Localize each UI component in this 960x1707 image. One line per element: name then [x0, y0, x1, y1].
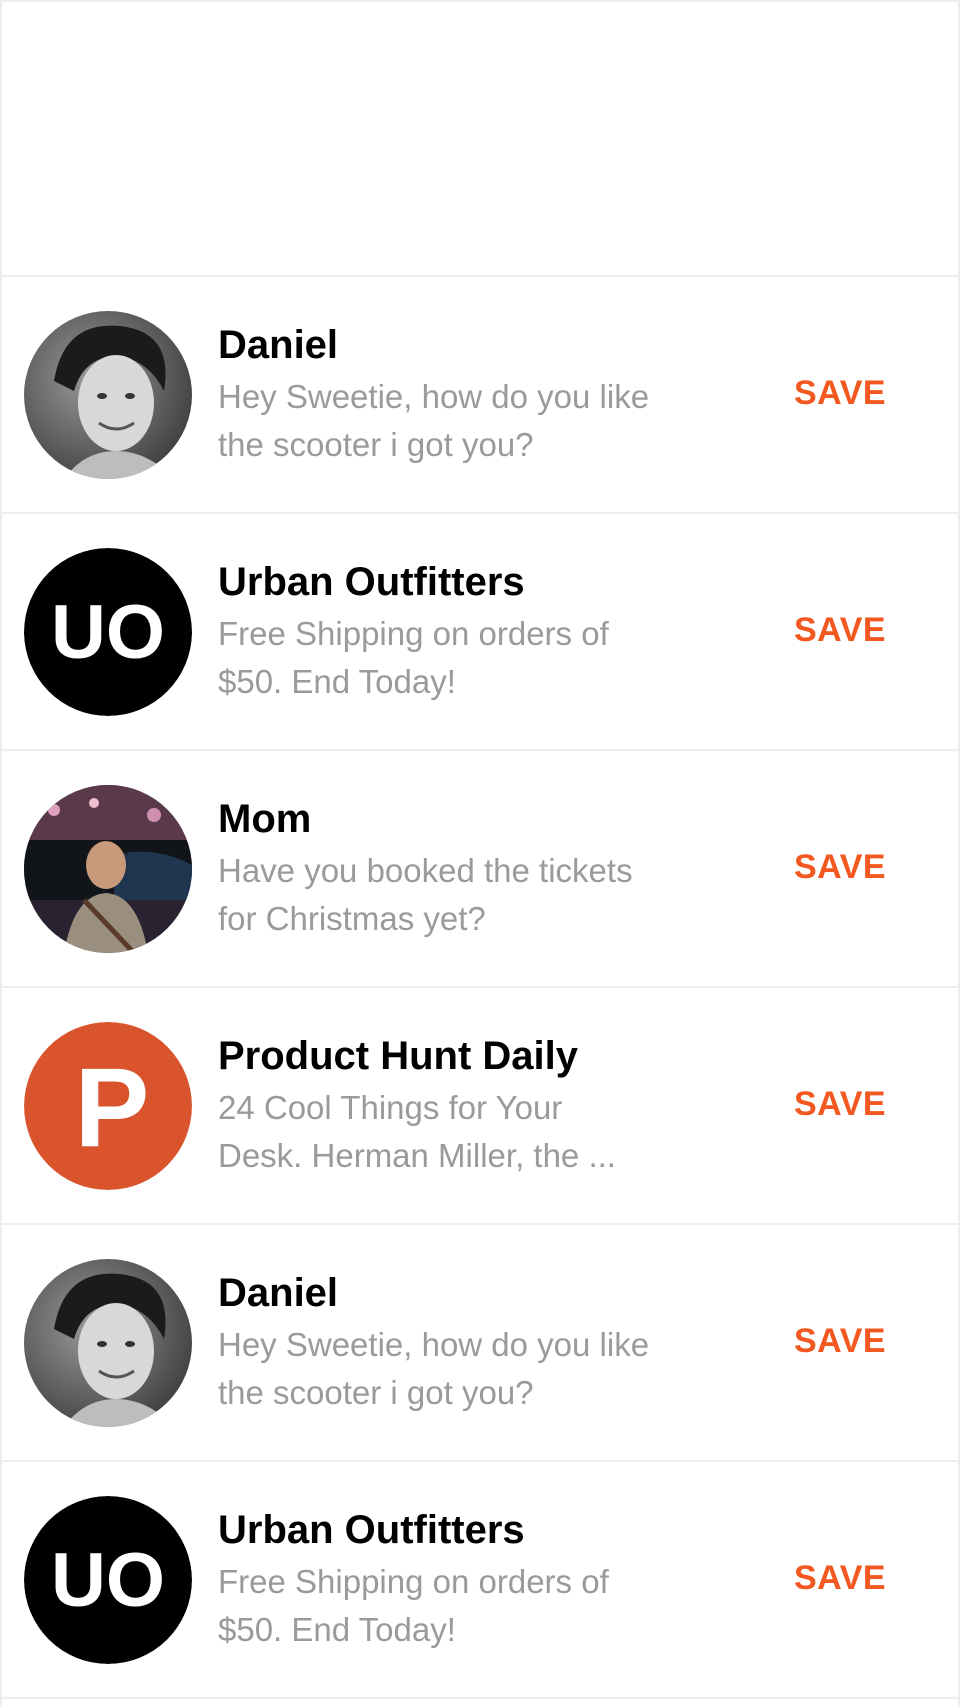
avatar-daniel — [24, 1259, 192, 1427]
message-preview: Free Shipping on orders of $50. End Toda… — [218, 1558, 718, 1654]
save-button[interactable]: SAVE — [794, 1084, 886, 1124]
message-preview: Free Shipping on orders of $50. End Toda… — [218, 610, 718, 706]
preview-line-2: for Christmas yet? — [218, 900, 486, 937]
sender-name: Urban Outfitters — [218, 560, 525, 604]
urban-outfitters-logo-icon: UO — [24, 1496, 192, 1664]
preview-line-2: the scooter i got you? — [218, 426, 534, 463]
message-preview: Hey Sweetie, how do you like the scooter… — [218, 373, 718, 469]
sender-name: Daniel — [218, 323, 339, 367]
avatar-mom — [24, 785, 192, 953]
preview-line-1: Hey Sweetie, how do you like — [218, 1326, 650, 1363]
save-button[interactable]: SAVE — [794, 373, 886, 413]
message-list-screen: Daniel Hey Sweetie, how do you like the … — [0, 0, 960, 1707]
preview-line-1: Have you booked the tickets — [218, 852, 633, 889]
message-row-product-hunt[interactable]: P Product Hunt Daily 24 Cool Things for … — [2, 988, 958, 1225]
message-row-mom[interactable]: Mom Have you booked the tickets for Chri… — [2, 751, 958, 988]
product-hunt-logo-icon: P — [24, 1022, 192, 1190]
sender-name: Daniel — [218, 1271, 339, 1315]
message-row-daniel[interactable]: Daniel Hey Sweetie, how do you like the … — [2, 277, 958, 514]
preview-line-1: Hey Sweetie, how do you like — [218, 378, 650, 415]
message-preview: Have you booked the tickets for Christma… — [218, 847, 718, 943]
message-text: Daniel Hey Sweetie, how do you like the … — [218, 321, 718, 469]
uo-logo-text: UO — [51, 590, 165, 675]
header-area — [2, 2, 958, 277]
urban-outfitters-logo-icon: UO — [24, 548, 192, 716]
preview-line-1: Free Shipping on orders of — [218, 615, 609, 652]
message-preview: 24 Cool Things for Your Desk. Herman Mil… — [218, 1084, 718, 1180]
preview-line-1: Free Shipping on orders of — [218, 1563, 609, 1600]
message-row-urban-outfitters[interactable]: UO Urban Outfitters Free Shipping on ord… — [2, 514, 958, 751]
producthunt-logo-text: P — [75, 1045, 150, 1170]
message-list: Daniel Hey Sweetie, how do you like the … — [2, 277, 958, 1699]
message-preview: Hey Sweetie, how do you like the scooter… — [218, 1321, 718, 1417]
sender-name: Mom — [218, 797, 312, 841]
message-text: Product Hunt Daily 24 Cool Things for Yo… — [218, 1032, 718, 1180]
message-text: Daniel Hey Sweetie, how do you like the … — [218, 1269, 718, 1417]
save-button[interactable]: SAVE — [794, 610, 886, 650]
message-text: Mom Have you booked the tickets for Chri… — [218, 795, 718, 943]
sender-name: Product Hunt Daily — [218, 1034, 579, 1078]
save-button[interactable]: SAVE — [794, 1558, 886, 1598]
preview-line-2: $50. End Today! — [218, 1611, 456, 1648]
message-text: Urban Outfitters Free Shipping on orders… — [218, 558, 718, 706]
message-row-daniel[interactable]: Daniel Hey Sweetie, how do you like the … — [2, 1225, 958, 1462]
preview-line-2: $50. End Today! — [218, 663, 456, 700]
avatar-daniel — [24, 311, 192, 479]
save-button[interactable]: SAVE — [794, 847, 886, 887]
preview-line-2: Desk. Herman Miller, the ... — [218, 1137, 616, 1174]
message-text: Urban Outfitters Free Shipping on orders… — [218, 1506, 718, 1654]
message-row-urban-outfitters[interactable]: UO Urban Outfitters Free Shipping on ord… — [2, 1462, 958, 1699]
preview-line-1: 24 Cool Things for Your — [218, 1089, 563, 1126]
save-button[interactable]: SAVE — [794, 1321, 886, 1361]
preview-line-2: the scooter i got you? — [218, 1374, 534, 1411]
sender-name: Urban Outfitters — [218, 1508, 525, 1552]
uo-logo-text: UO — [51, 1538, 165, 1623]
